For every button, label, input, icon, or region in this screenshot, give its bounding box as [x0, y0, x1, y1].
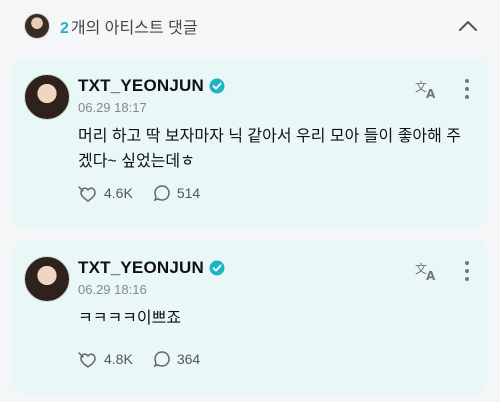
avatar[interactable] [24, 256, 70, 302]
reply-icon [153, 185, 170, 202]
translate-icon[interactable]: 文 A [414, 78, 440, 100]
artist-comments-title: 2 개의 아티스트 댓글 [60, 14, 198, 38]
comment-stats: 4.8K 364 [78, 350, 220, 368]
artist-comments-count: 2 [60, 20, 69, 37]
svg-text:A: A [426, 87, 436, 100]
author-row: TXT_YEONJUN [78, 258, 225, 278]
like-count: 4.8K [104, 351, 133, 367]
reply-button[interactable]: 514 [153, 184, 200, 202]
author-row: TXT_YEONJUN [78, 76, 225, 96]
author-name[interactable]: TXT_YEONJUN [78, 258, 204, 278]
reply-count: 514 [176, 185, 201, 201]
artist-comments-label: 개의 아티스트 댓글 [70, 20, 198, 37]
avatar[interactable] [24, 74, 70, 120]
svg-text:A: A [426, 269, 436, 282]
like-icon [78, 352, 96, 368]
reply-button[interactable]: 364 [153, 350, 200, 368]
artist-comments-header[interactable]: 2 개의 아티스트 댓글 [0, 0, 500, 52]
comment-card: TXT_YEONJUN 06.29 18:16 文 A ㅋㅋㅋㅋ이쁘죠 4.8K… [12, 240, 488, 395]
comment-stats: 4.6K 514 [78, 184, 220, 202]
reply-count: 364 [176, 351, 201, 367]
more-vertical-icon[interactable] [464, 260, 470, 282]
translate-icon[interactable]: 文 A [414, 260, 440, 282]
like-button[interactable]: 4.6K [78, 184, 133, 202]
reply-icon [153, 351, 170, 368]
more-vertical-icon[interactable] [464, 78, 470, 100]
like-icon [78, 186, 96, 202]
comment-text: 머리 하고 딱 보자마자 닉 같아서 우리 모아 들이 좋아해 주겠다~ 싶었는… [78, 128, 462, 170]
like-count: 4.6K [104, 185, 133, 201]
verified-badge-icon [209, 78, 225, 94]
collapse-button[interactable] [456, 14, 480, 38]
comment-card: TXT_YEONJUN 06.29 18:17 文 A 머리 하고 딱 보자마자… [12, 58, 488, 228]
chevron-up-icon [459, 21, 477, 31]
artist-avatar-small [24, 13, 50, 39]
verified-badge-icon [209, 260, 225, 276]
like-button[interactable]: 4.8K [78, 350, 133, 368]
comment-date: 06.29 18:17 [78, 100, 147, 115]
comment-date: 06.29 18:16 [78, 282, 147, 297]
comment-text: ㅋㅋㅋㅋ이쁘죠 [78, 310, 182, 327]
author-name[interactable]: TXT_YEONJUN [78, 76, 204, 96]
